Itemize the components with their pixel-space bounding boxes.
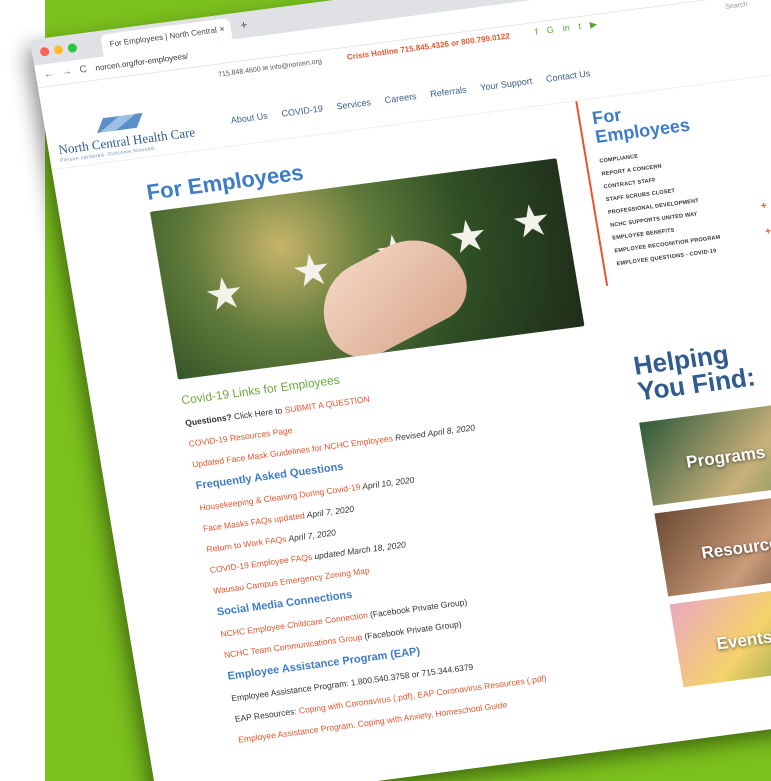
content-text: April 10, 2020	[359, 474, 416, 492]
content-link[interactable]: COVID-19 Resources Page	[188, 425, 293, 448]
google-icon[interactable]: G	[546, 25, 555, 37]
site-search[interactable]: Search	[725, 1, 748, 11]
expand-plus-icon[interactable]: +	[764, 226, 771, 238]
content-text: updated March 18, 2020	[311, 539, 407, 562]
helping-heading: Helping You Find:	[631, 338, 758, 407]
menu-about[interactable]: About Us	[230, 111, 268, 126]
sidebar-item-label: STAFF SCRUBS CLOSET	[605, 187, 676, 203]
content-text: April 7, 2020	[303, 503, 355, 521]
close-tab-icon[interactable]: ×	[219, 24, 226, 35]
content-link[interactable]: Return to Work FAQs	[206, 534, 288, 554]
new-tab-button[interactable]: +	[239, 18, 248, 33]
menu-careers[interactable]: Careers	[384, 91, 417, 105]
tile-resources[interactable]: Resources	[654, 489, 771, 597]
menu-support[interactable]: Your Support	[480, 76, 533, 93]
content-text: April 7, 2020	[285, 527, 337, 544]
content-link[interactable]: Employee Assistance Program, Coping with…	[237, 699, 507, 744]
forward-icon[interactable]: →	[61, 66, 73, 78]
menu-services[interactable]: Services	[336, 97, 372, 111]
linkedin-icon[interactable]: in	[562, 23, 571, 35]
star-icon: ★	[444, 210, 492, 264]
content-text: EAP Resources:	[234, 705, 300, 725]
email-link[interactable]: info@norcen.org	[270, 58, 323, 72]
main-content: For Employees ★ ★ ★ ★ ★ Covid-19 Links f…	[145, 127, 648, 756]
content-text: Questions?	[184, 411, 233, 428]
youtube-icon[interactable]: ▶	[589, 19, 598, 31]
sidebar-item-label: REPORT A CONCERN	[601, 163, 663, 178]
content-text: (Facebook Private Group)	[366, 596, 468, 620]
facebook-icon[interactable]: f	[534, 27, 538, 38]
window-controls	[39, 43, 78, 57]
tile-events[interactable]: Events	[669, 580, 771, 688]
star-icon: ★	[507, 194, 555, 249]
site-logo[interactable]: North Central Health Care Person centere…	[54, 107, 197, 164]
back-icon[interactable]: ←	[43, 68, 55, 80]
sidebar-item-label: CONTRACT STAFF	[603, 177, 657, 191]
content-link[interactable]: Face Masks FAQs updated	[202, 510, 305, 533]
star-icon: ★	[200, 267, 248, 322]
expand-plus-icon[interactable]: +	[760, 200, 768, 212]
twitter-icon[interactable]: t	[578, 21, 582, 32]
social-icons: f G in t ▶	[534, 19, 597, 38]
close-window-button[interactable]	[39, 46, 50, 57]
content-text: Revised April 8, 2020	[391, 422, 476, 443]
menu-referrals[interactable]: Referrals	[429, 85, 467, 100]
phone-link[interactable]: 715.848.4600	[218, 66, 262, 78]
menu-covid[interactable]: COVID-19	[281, 103, 324, 118]
sidebar-item-label: EMPLOYEE BENEFITS	[611, 227, 676, 242]
content-text: (Facebook Private Group)	[361, 618, 463, 642]
menu-contact[interactable]: Contact Us	[545, 68, 591, 84]
tile-programs[interactable]: Programs	[639, 399, 771, 506]
content-link[interactable]: SUBMIT A QUESTION	[284, 394, 371, 415]
minimize-window-button[interactable]	[53, 44, 64, 55]
sidebar-item-label: COMPLIANCE	[599, 153, 639, 165]
browser-window: For Employees | North Central × + ← → C …	[30, 0, 771, 781]
reload-icon[interactable]: C	[79, 64, 88, 76]
maximize-window-button[interactable]	[67, 43, 78, 54]
content-text: Click Here to	[230, 405, 286, 422]
logo-mark-icon	[97, 112, 143, 134]
content-link[interactable]: COVID-19 Employee FAQs	[209, 552, 313, 575]
employee-links: Covid-19 Links for Employees Questions? C…	[180, 340, 645, 745]
